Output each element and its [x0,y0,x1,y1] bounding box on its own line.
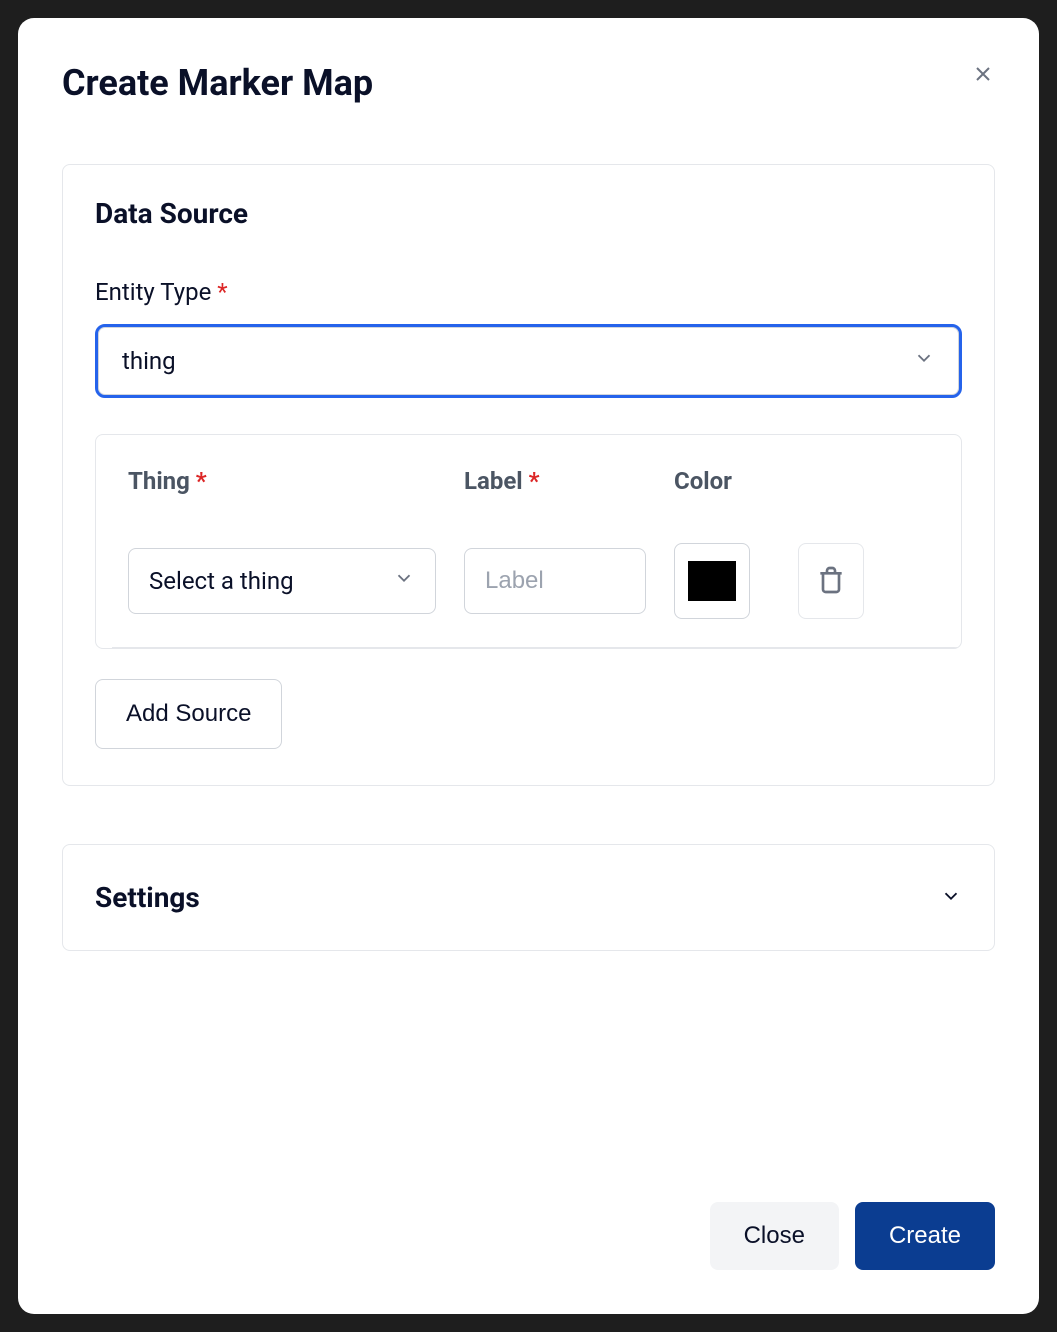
color-swatch [688,561,736,601]
column-header-label-text: Label [464,467,523,495]
settings-section[interactable]: Settings [62,844,995,951]
color-picker[interactable] [674,543,750,619]
entity-type-select[interactable]: thing [95,324,962,398]
data-source-section: Data Source Entity Type * thing Thing * [62,164,995,786]
thing-select-placeholder: Select a thing [149,567,294,595]
modal-footer: Close Create [62,1202,995,1270]
entity-type-label-text: Entity Type [95,278,211,306]
create-button[interactable]: Create [855,1202,995,1270]
delete-row-button[interactable] [798,543,864,619]
sources-card: Thing * Label * Color [95,434,962,649]
entity-type-label: Entity Type * [95,278,962,306]
column-header-thing: Thing * [128,467,207,495]
sources-header-row: Thing * Label * Color [128,467,929,495]
close-icon [971,74,995,89]
thing-select[interactable]: Select a thing [128,548,436,614]
entity-type-value: thing [122,347,176,375]
entity-type-field: Entity Type * thing [95,278,962,398]
data-source-heading: Data Source [95,197,962,230]
label-input[interactable] [464,548,646,614]
add-source-button[interactable]: Add Source [95,679,282,749]
create-marker-map-modal: Create Marker Map Data Source Entity Typ… [18,18,1039,1314]
source-row: Select a thing [112,543,961,648]
modal-title: Create Marker Map [62,62,373,104]
modal-header: Create Marker Map [62,62,995,104]
chevron-down-icon [913,347,935,375]
close-button[interactable]: Close [710,1202,839,1270]
column-header-label: Label * [464,467,540,495]
settings-heading: Settings [95,881,200,914]
trash-icon [815,564,847,599]
column-header-color: Color [674,467,732,495]
chevron-down-icon [940,885,962,911]
required-asterisk: * [529,467,540,495]
chevron-down-icon [393,567,415,595]
required-asterisk: * [217,278,227,306]
required-asterisk: * [196,467,207,495]
close-icon-button[interactable] [967,58,999,93]
column-header-thing-text: Thing [128,467,190,495]
